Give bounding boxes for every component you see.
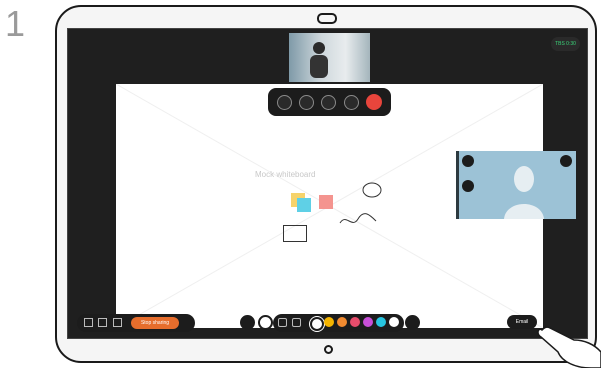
remote-participant-video[interactable] (456, 151, 576, 219)
highlighter-icon[interactable] (278, 318, 287, 327)
end-call-button[interactable] (366, 94, 382, 110)
share-icon[interactable] (321, 95, 336, 110)
undo-icon[interactable] (240, 315, 255, 330)
self-view-video[interactable] (289, 33, 370, 82)
rectangle-drawing (283, 225, 307, 242)
color-swatch-orange[interactable] (337, 317, 347, 327)
microphone-icon[interactable] (277, 95, 292, 110)
color-swatch-white[interactable] (310, 317, 324, 331)
camera-icon (317, 13, 337, 24)
color-swatch-yellow[interactable] (324, 317, 334, 327)
remote-camera-icon[interactable] (462, 155, 474, 167)
call-timer: TBS 0:30 (551, 37, 580, 51)
eraser-icon[interactable] (292, 318, 301, 327)
step-number: 1 (5, 3, 26, 44)
color-swatch-green[interactable] (389, 317, 399, 327)
pen-icon[interactable] (258, 315, 273, 330)
hand-pointer-icon (537, 326, 601, 368)
email-button[interactable]: Email (507, 315, 537, 329)
whiteboard-label: Mock whiteboard (255, 170, 316, 179)
page-icon[interactable] (84, 318, 93, 327)
sticky-note-blue[interactable] (297, 198, 311, 212)
color-swatch-cyan[interactable] (376, 317, 386, 327)
stop-sharing-button[interactable]: Stop sharing (131, 317, 179, 329)
remote-mute-icon[interactable] (462, 180, 474, 192)
home-button-icon[interactable] (324, 345, 333, 354)
remote-avatar-icon (504, 166, 544, 219)
copy-icon[interactable] (113, 318, 122, 327)
sticky-note-icon[interactable] (405, 315, 420, 330)
folder-icon[interactable] (98, 318, 107, 327)
self-view-person-icon (310, 42, 328, 78)
remote-video-border (456, 151, 459, 219)
sticky-note-red[interactable] (319, 195, 333, 209)
color-swatch-pink[interactable] (350, 317, 360, 327)
squiggle-drawing (339, 213, 377, 224)
more-icon[interactable] (344, 95, 359, 110)
color-swatch-purple[interactable] (363, 317, 373, 327)
remote-fullscreen-icon[interactable] (560, 155, 572, 167)
camera-icon[interactable] (299, 95, 314, 110)
